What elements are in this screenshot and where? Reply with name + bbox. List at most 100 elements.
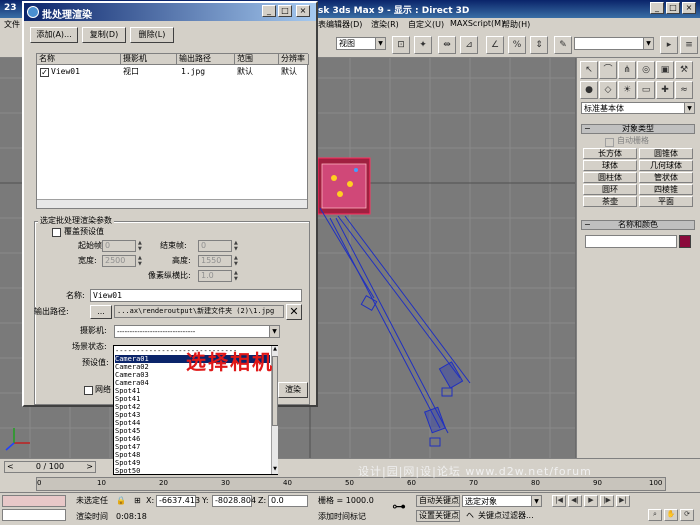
dropdown-item[interactable]: Spot50 [115, 467, 270, 474]
menu-maxscript[interactable]: MAXScript(M) [450, 19, 504, 28]
dropdown-item[interactable]: Spot45 [115, 427, 270, 435]
dropdown-item[interactable]: Spot44 [115, 419, 270, 427]
geosphere-button[interactable]: 几何球体 [639, 160, 693, 171]
net-render-checkbox[interactable] [84, 386, 93, 395]
shapes-icon[interactable]: ◇ [599, 81, 617, 99]
minimize-button[interactable]: _ [650, 2, 664, 14]
dropdown-item[interactable]: Spot43 [115, 411, 270, 419]
add-time-tag[interactable]: 添加时间标记 [318, 511, 366, 523]
category-combo[interactable]: 标准基本体 ▼ [581, 102, 695, 114]
key-filters-button[interactable]: 关键点过滤器... [478, 510, 534, 522]
aspect-spinner[interactable]: 1.0 [198, 270, 232, 282]
delete-button[interactable]: 删除(L) [130, 27, 174, 43]
column-camera[interactable]: 摄影机 [121, 54, 177, 65]
modify-tab-icon[interactable]: ⌒ [599, 61, 617, 79]
start-frame-spinner[interactable]: 0 [102, 240, 136, 252]
z-coordinate[interactable]: 0.0 [268, 495, 308, 507]
name-field[interactable]: View01 [90, 289, 302, 302]
align-icon[interactable]: ⊿ [460, 36, 478, 54]
dropdown-item[interactable]: Spot41 [115, 395, 270, 403]
set-key-button[interactable]: 设置关键点 [416, 510, 460, 522]
pyramid-button[interactable]: 四棱锥 [639, 184, 693, 195]
selected-object-combo[interactable]: 选定对象 ▼ [462, 495, 542, 507]
dropdown-item[interactable]: Spot46 [115, 435, 270, 443]
maxscript-input[interactable] [2, 509, 66, 521]
select-link-icon[interactable]: ✦ [414, 36, 432, 54]
torus-button[interactable]: 圆环 [583, 184, 637, 195]
teapot-button[interactable]: 茶壶 [583, 196, 637, 207]
create-tab-icon[interactable]: ↖ [580, 61, 598, 79]
hierarchy-tab-icon[interactable]: ⋔ [618, 61, 636, 79]
display-tab-icon[interactable]: ▣ [656, 61, 674, 79]
add-button[interactable]: 添加(A)... [30, 27, 78, 43]
key-icon[interactable]: ⊶ [392, 500, 406, 514]
dropdown-item[interactable]: Spot48 [115, 451, 270, 459]
named-selection-combo[interactable]: ▼ [574, 37, 654, 50]
zoom-icon[interactable]: ⌕ [648, 509, 662, 521]
layer-icon[interactable]: ≡ [680, 36, 698, 54]
snap-angle-icon[interactable]: ∠ [486, 36, 504, 54]
play-icon[interactable]: ▶ [584, 495, 598, 507]
maximize-button[interactable]: □ [666, 2, 680, 14]
pivot-icon[interactable]: ⊡ [392, 36, 410, 54]
close-button[interactable]: × [682, 2, 696, 14]
spinner-arrows-icon[interactable]: ▲ ▼ [234, 240, 240, 252]
object-type-rollout[interactable]: − 对象类型 [581, 124, 695, 134]
menu-file[interactable]: 文件 [4, 19, 20, 30]
width-spinner[interactable]: 2500 [102, 255, 136, 267]
prev-key-icon[interactable]: ◀| [568, 495, 582, 507]
column-resolution[interactable]: 分辨率 [279, 54, 309, 65]
maxscript-listener[interactable] [2, 495, 66, 507]
spacewarps-icon[interactable]: ≈ [675, 81, 693, 99]
batch-list[interactable]: 名称 摄影机 输出路径 范围 分辨率 ✓ View01 视口 1.jpg 默认 … [36, 53, 309, 209]
menu-track-editor[interactable]: 表编辑器(D) [318, 19, 362, 30]
tube-button[interactable]: 管状体 [639, 172, 693, 183]
helpers-icon[interactable]: ✚ [656, 81, 674, 99]
dropdown-item[interactable]: Camera04 [115, 379, 270, 387]
menu-customize[interactable]: 自定义(U) [408, 19, 444, 30]
column-output[interactable]: 输出路径 [177, 54, 235, 65]
menu-rendering[interactable]: 渲染(R) [371, 19, 399, 30]
dropdown-item[interactable]: Spot47 [115, 443, 270, 451]
geometry-icon[interactable]: ● [580, 81, 598, 99]
go-to-end-icon[interactable]: ▶| [616, 495, 630, 507]
view-combo[interactable]: 视图 ▼ [336, 37, 386, 50]
spinner-arrows-icon[interactable]: ▲ ▼ [234, 270, 240, 282]
named-selection-icon[interactable]: ✎ [554, 36, 572, 54]
row-enabled-checkbox[interactable]: ✓ [40, 68, 49, 77]
mirror-tool-icon[interactable]: ▸ [660, 36, 678, 54]
clear-output-icon[interactable]: ✕ [286, 304, 302, 320]
dropdown-item[interactable]: Spot42 [115, 403, 270, 411]
output-path-field[interactable]: ...ax\renderoutput\新建文件夹 (2)\1.jpg [114, 305, 284, 318]
dialog-minimize-button[interactable]: _ [262, 5, 276, 17]
sphere-button[interactable]: 球体 [583, 160, 637, 171]
plane-button[interactable]: 平面 [639, 196, 693, 207]
track-bar[interactable]: 0 10 20 30 40 50 60 70 80 90 100 [36, 477, 666, 491]
motion-tab-icon[interactable]: ◎ [637, 61, 655, 79]
utilities-tab-icon[interactable]: ⚒ [675, 61, 693, 79]
menu-help[interactable]: 帮助(H) [502, 19, 530, 30]
object-color-swatch[interactable] [679, 235, 691, 248]
cone-button[interactable]: 圆锥体 [639, 148, 693, 159]
time-slider[interactable]: < 0 / 100 > [4, 461, 96, 473]
mirror-icon[interactable]: ⇹ [438, 36, 456, 54]
end-frame-spinner[interactable]: 0 [198, 240, 232, 252]
y-coordinate[interactable]: -8028.804 [212, 495, 256, 507]
copy-button[interactable]: 复制(D) [82, 27, 126, 43]
spinner-arrows-icon[interactable]: ▲ ▼ [234, 255, 240, 267]
spinner-snap-icon[interactable]: ⇕ [530, 36, 548, 54]
next-key-icon[interactable]: |▶ [600, 495, 614, 507]
column-name[interactable]: 名称 [37, 54, 121, 65]
orbit-icon[interactable]: ⟳ [680, 509, 694, 521]
name-color-rollout[interactable]: − 名称和颜色 [581, 220, 695, 230]
render-button[interactable]: 渲染 [278, 382, 308, 398]
object-name-field[interactable] [585, 235, 677, 248]
cameras-icon[interactable]: ▭ [637, 81, 655, 99]
dropdown-item[interactable]: Spot49 [115, 459, 270, 467]
dialog-close-button[interactable]: × [296, 5, 310, 17]
x-coordinate[interactable]: -6637.413 [156, 495, 200, 507]
dropdown-item[interactable]: Spot41 [115, 387, 270, 395]
horizontal-scrollbar[interactable] [37, 199, 307, 208]
browse-output-button[interactable]: ... [90, 305, 112, 319]
lock-icon[interactable]: 🔒 [116, 495, 126, 507]
